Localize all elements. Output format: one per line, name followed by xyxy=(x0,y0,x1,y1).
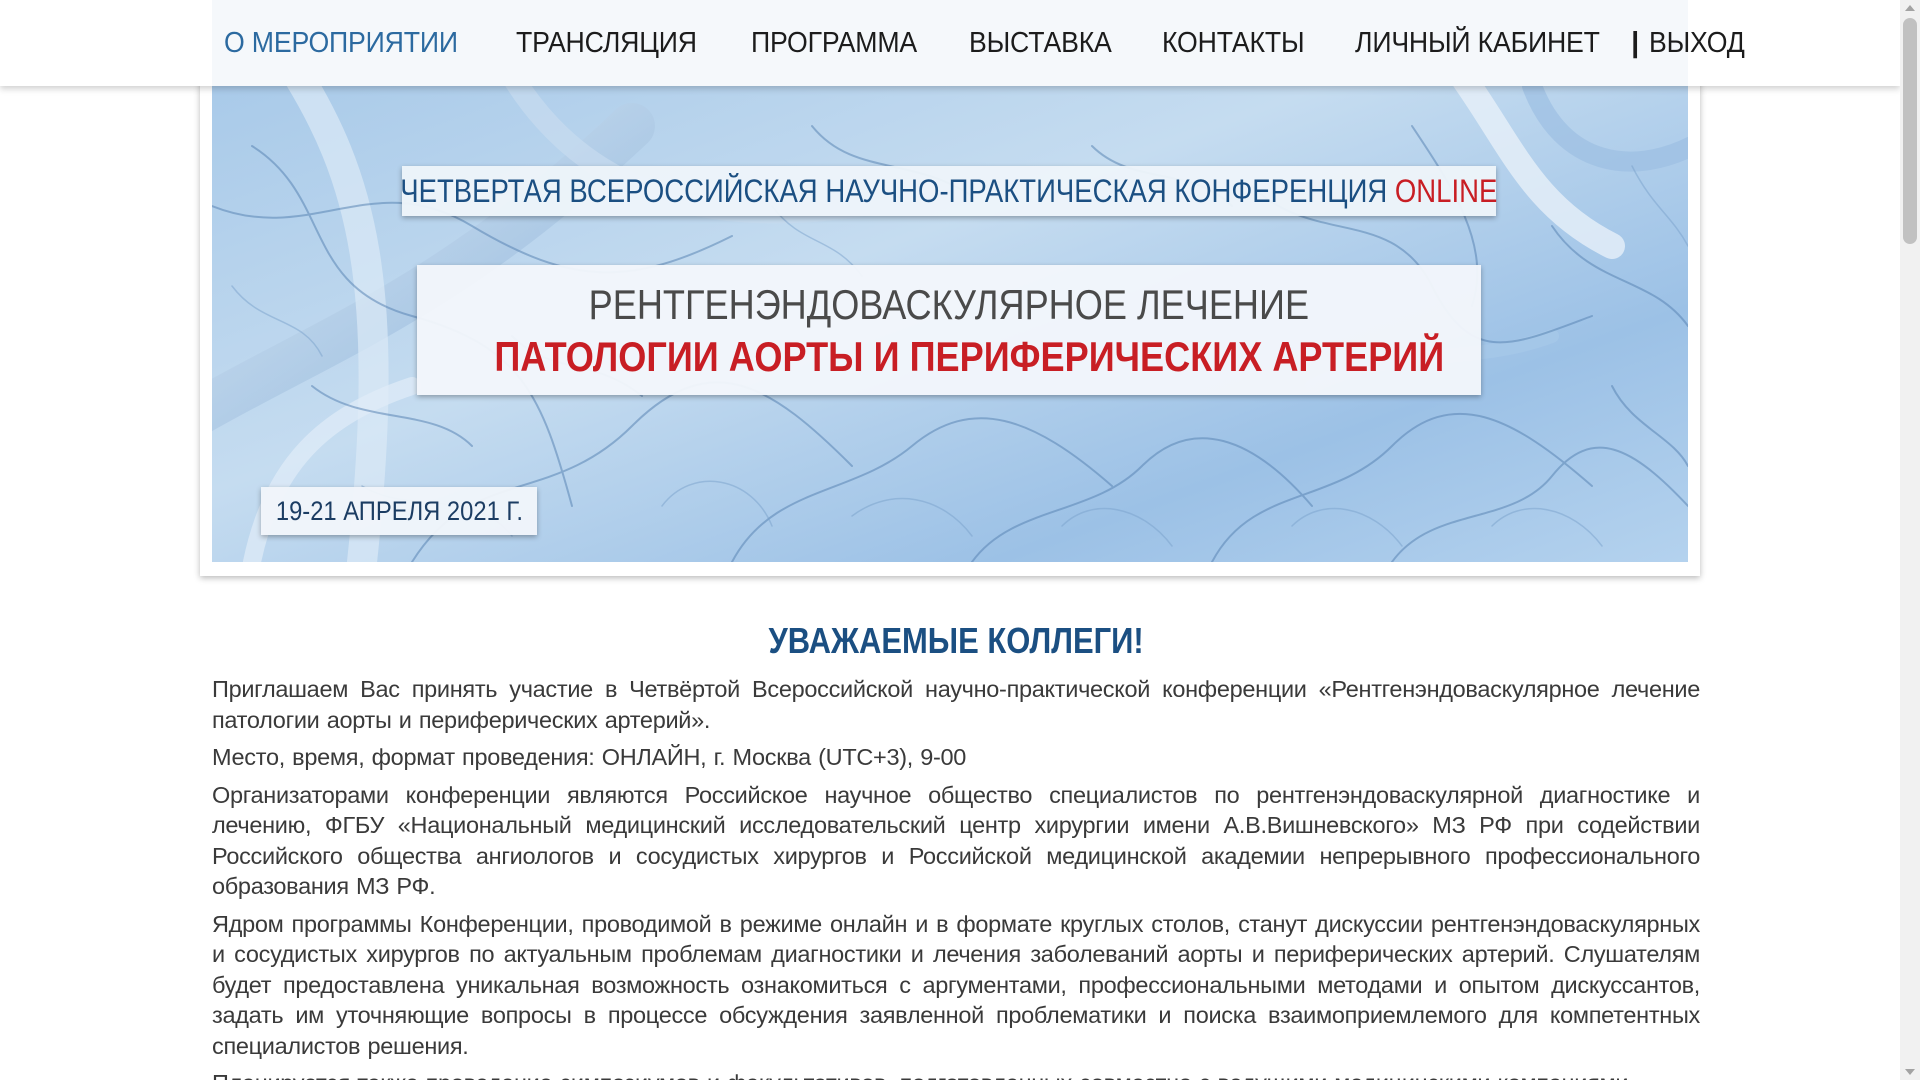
greeting-heading: УВАЖАЕМЫЕ КОЛЛЕГИ! xyxy=(212,620,1700,662)
conference-date: 19-21 АПРЕЛЯ 2021 Г. xyxy=(261,487,537,535)
title-line-1: РЕНТГЕНЭНДОВАСКУЛЯРНОЕ ЛЕЧЕНИЕ xyxy=(588,281,1310,328)
nav-item-broadcast[interactable]: ТРАНСЛЯЦИЯ xyxy=(516,27,697,60)
conference-date-text: 19-21 АПРЕЛЯ 2021 Г. xyxy=(275,495,523,526)
page: ЧЕТВЕРТАЯ ВСЕРОССИЙСКАЯ НАУЧНО-ПРАКТИЧЕС… xyxy=(0,0,1920,1080)
scroll-down-arrow-icon[interactable] xyxy=(1905,1069,1915,1075)
scroll-up-arrow-icon[interactable] xyxy=(1905,5,1915,11)
main-nav: О МЕРОПРИЯТИИ ТРАНСЛЯЦИЯ ПРОГРАММА ВЫСТА… xyxy=(212,0,1745,86)
online-label: ONLINE xyxy=(1395,172,1498,209)
account-links: ЛИЧНЫЙ КАБИНЕТ | ВЫХОД xyxy=(1355,27,1753,60)
top-navigation-bar: О МЕРОПРИЯТИИ ТРАНСЛЯЦИЯ ПРОГРАММА ВЫСТА… xyxy=(0,0,1900,86)
paragraph-invitation: Приглашаем Вас принять участие в Четвёрт… xyxy=(212,676,1700,733)
conference-subtitle-text: ЧЕТВЕРТАЯ ВСЕРОССИЙСКАЯ НАУЧНО-ПРАКТИЧЕС… xyxy=(400,172,1388,209)
greeting-text: УВАЖАЕМЫЕ КОЛЛЕГИ! xyxy=(768,620,1144,661)
logout-link[interactable]: ВЫХОД xyxy=(1649,27,1745,60)
paragraph-venue: Место, время, формат проведения: ОНЛАЙН,… xyxy=(212,744,967,770)
nav-item-exhibition[interactable]: ВЫСТАВКА xyxy=(969,27,1112,60)
nav-item-program[interactable]: ПРОГРАММА xyxy=(751,27,917,60)
conference-title: РЕНТГЕНЭНДОВАСКУЛЯРНОЕ ЛЕЧЕНИЕ ПАТОЛОГИИ… xyxy=(417,265,1481,395)
paragraph-organizers: Организаторами конференции являются Росс… xyxy=(212,781,1700,900)
nav-menu: О МЕРОПРИЯТИИ ТРАНСЛЯЦИЯ ПРОГРАММА ВЫСТА… xyxy=(224,27,1355,60)
nav-separator: | xyxy=(1631,26,1640,59)
vertical-scrollbar[interactable] xyxy=(1900,0,1920,1080)
title-line-2: ПАТОЛОГИИ АОРТЫ И ПЕРИФЕРИЧЕСКИХ АРТЕРИЙ xyxy=(494,333,1445,380)
main-content: УВАЖАЕМЫЕ КОЛЛЕГИ! Приглашаем Вас принят… xyxy=(212,600,1700,1080)
paragraph-symposiums: Планируется также проведение симпозиумов… xyxy=(212,1068,1700,1080)
scrollbar-thumb[interactable] xyxy=(1903,18,1917,244)
conference-subtitle: ЧЕТВЕРТАЯ ВСЕРОССИЙСКАЯ НАУЧНО-ПРАКТИЧЕС… xyxy=(400,166,1498,216)
paragraph-program-core: Ядром программы Конференции, проводимой … xyxy=(212,910,1700,1059)
nav-item-about[interactable]: О МЕРОПРИЯТИИ xyxy=(224,27,458,60)
personal-account-link[interactable]: ЛИЧНЫЙ КАБИНЕТ xyxy=(1355,27,1600,60)
nav-item-contacts[interactable]: КОНТАКТЫ xyxy=(1162,27,1305,60)
